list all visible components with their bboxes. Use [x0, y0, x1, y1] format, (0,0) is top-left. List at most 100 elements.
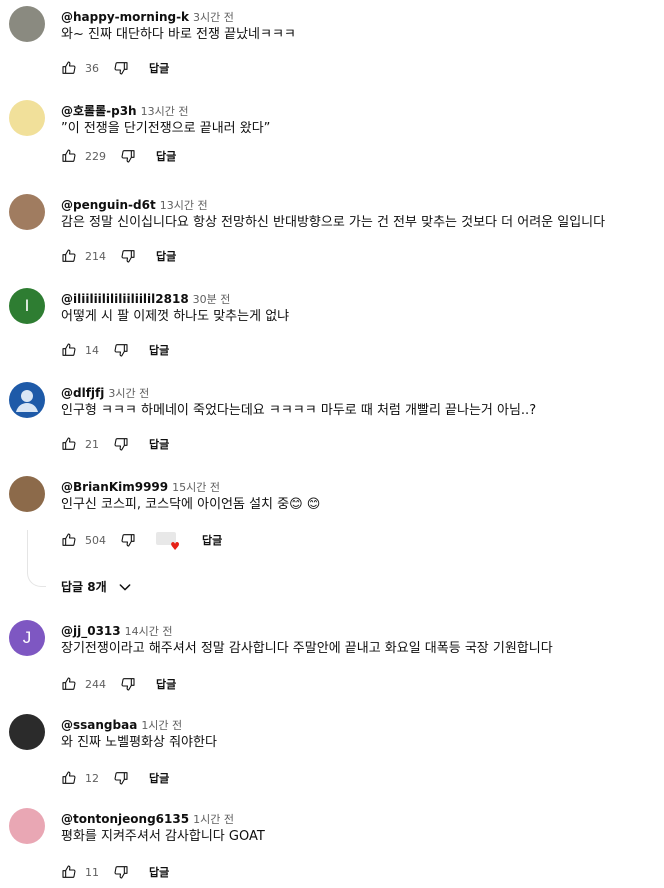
like-button[interactable]: [61, 436, 77, 452]
reply-button[interactable]: 답글: [156, 676, 176, 692]
comment-item: @tontonjeong6135 1시간 전평화를 지켜주셔서 감사합니다 GOA…: [0, 808, 664, 888]
like-button[interactable]: [61, 148, 77, 164]
thumb-up-icon: [61, 864, 77, 880]
comment-timestamp[interactable]: 3시간 전: [193, 11, 234, 24]
comment-header: @penguin-d6t 13시간 전: [61, 194, 208, 212]
heart-icon: ♥: [170, 540, 180, 553]
thumb-down-icon: [113, 342, 129, 358]
dislike-button[interactable]: [113, 770, 129, 786]
chevron-down-icon: [119, 583, 131, 590]
avatar[interactable]: I: [9, 288, 45, 324]
thumb-down-icon: [120, 148, 136, 164]
avatar-letter: J: [22, 628, 32, 647]
reply-button[interactable]: 답글: [156, 248, 176, 264]
comment-text: 평화를 지켜주셔서 감사합니다 GOAT: [61, 829, 265, 844]
avatar[interactable]: [9, 808, 45, 844]
default-user-icon: [16, 390, 38, 412]
thread-connector-line: [27, 530, 46, 587]
reply-button[interactable]: 답글: [149, 436, 169, 452]
reply-button[interactable]: 답글: [149, 60, 169, 76]
comment-author[interactable]: @호롤롤-p3h: [61, 104, 137, 118]
dislike-button[interactable]: [113, 436, 129, 452]
like-button[interactable]: [61, 676, 77, 692]
reply-button[interactable]: 답글: [149, 770, 169, 786]
thumb-down-icon: [113, 864, 129, 880]
like-button[interactable]: [61, 864, 77, 880]
comment-text: 장기전쟁이라고 해주셔서 정말 감사합니다 주말안에 끝내고 화요일 대폭등 국…: [61, 641, 553, 656]
comment-actions: 14 답글: [61, 340, 169, 360]
like-button[interactable]: [61, 60, 77, 76]
comment-header: @iliiliilililiiliilil2818 30분 전: [61, 288, 230, 306]
comment-author[interactable]: @happy-morning-k: [61, 10, 189, 24]
dislike-button[interactable]: [113, 342, 129, 358]
like-button[interactable]: [61, 342, 77, 358]
comment-author[interactable]: @penguin-d6t: [61, 198, 156, 212]
like-count: 21: [85, 437, 99, 451]
comment-author[interactable]: @dlfjfj: [61, 386, 104, 400]
thumb-up-icon: [61, 676, 77, 692]
dislike-button[interactable]: [120, 148, 136, 164]
reply-button[interactable]: 답글: [149, 864, 169, 880]
comment-item: @happy-morning-k 3시간 전 와~ 진짜 대단하다 바로 전쟁 끝났…: [0, 6, 664, 86]
thumb-up-icon: [61, 532, 77, 548]
comment-actions: 36 답글: [61, 58, 169, 78]
comment-timestamp[interactable]: 15시간 전: [172, 481, 220, 494]
comment-author[interactable]: @ssangbaa: [61, 718, 137, 732]
dislike-button[interactable]: [113, 60, 129, 76]
avatar[interactable]: [9, 382, 45, 418]
like-count: 504: [85, 533, 106, 547]
like-button[interactable]: [61, 248, 77, 264]
comment-actions: 244 답글: [61, 674, 176, 694]
view-replies-button[interactable]: 답글 8개: [61, 578, 133, 595]
avatar[interactable]: [9, 476, 45, 512]
comment-item: @ssangbaa 1시간 전와 진짜 노벨평화상 줘야한다 12 답글: [0, 714, 664, 794]
comment-timestamp[interactable]: 1시간 전: [193, 813, 234, 826]
reply-button[interactable]: 답글: [149, 342, 169, 358]
comment-timestamp[interactable]: 13시간 전: [141, 105, 189, 118]
comment-actions: 504 ♥ 답글: [61, 530, 222, 553]
thumb-up-icon: [61, 248, 77, 264]
comment-header: @BrianKim9999 15시간 전: [61, 476, 220, 494]
thumb-up-icon: [61, 770, 77, 786]
thumb-down-icon: [113, 60, 129, 76]
dislike-button[interactable]: [113, 864, 129, 880]
reply-button[interactable]: 답글: [202, 532, 222, 548]
comment-header: @happy-morning-k 3시간 전: [61, 6, 234, 24]
replies-count-label: 답글 8개: [61, 580, 107, 594]
comment-author[interactable]: @BrianKim9999: [61, 480, 168, 494]
thumb-down-icon: [120, 676, 136, 692]
dislike-button[interactable]: [120, 676, 136, 692]
thumb-down-icon: [120, 248, 136, 264]
comment-author[interactable]: @iliiliilililiiliilil2818: [61, 292, 189, 306]
comment-actions: 21 답글: [61, 434, 169, 454]
comment-timestamp[interactable]: 1시간 전: [141, 719, 182, 732]
avatar[interactable]: [9, 6, 45, 42]
avatar[interactable]: J: [9, 620, 45, 656]
like-button[interactable]: [61, 532, 77, 548]
comment-timestamp[interactable]: 30분 전: [193, 293, 231, 306]
like-count: 229: [85, 149, 106, 163]
comment-author[interactable]: @tontonjeong6135: [61, 812, 189, 826]
comment-text: 인구신 코스피, 코스닥에 아이언돔 설치 중😊 😊: [61, 497, 321, 512]
comment-author[interactable]: @jj_0313: [61, 624, 121, 638]
thumb-up-icon: [61, 436, 77, 452]
avatar[interactable]: [9, 100, 45, 136]
like-count: 12: [85, 771, 99, 785]
avatar[interactable]: [9, 194, 45, 230]
like-count: 11: [85, 865, 99, 879]
comment-timestamp[interactable]: 3시간 전: [108, 387, 149, 400]
comment-header: @호롤롤-p3h 13시간 전: [61, 100, 188, 118]
comment-item: J @jj_0313 14시간 전장기전쟁이라고 해주셔서 정말 감사합니다 주말안…: [0, 620, 664, 700]
thumb-up-icon: [61, 60, 77, 76]
comment-text: 와 진짜 노벨평화상 줘야한다: [61, 735, 217, 750]
like-button[interactable]: [61, 770, 77, 786]
reply-button[interactable]: 답글: [156, 148, 176, 164]
like-count: 36: [85, 61, 99, 75]
dislike-button[interactable]: [120, 532, 136, 548]
thumb-down-icon: [113, 770, 129, 786]
comment-timestamp[interactable]: 14시간 전: [125, 625, 173, 638]
dislike-button[interactable]: [120, 248, 136, 264]
avatar[interactable]: [9, 714, 45, 750]
like-count: 244: [85, 677, 106, 691]
comment-timestamp[interactable]: 13시간 전: [160, 199, 208, 212]
